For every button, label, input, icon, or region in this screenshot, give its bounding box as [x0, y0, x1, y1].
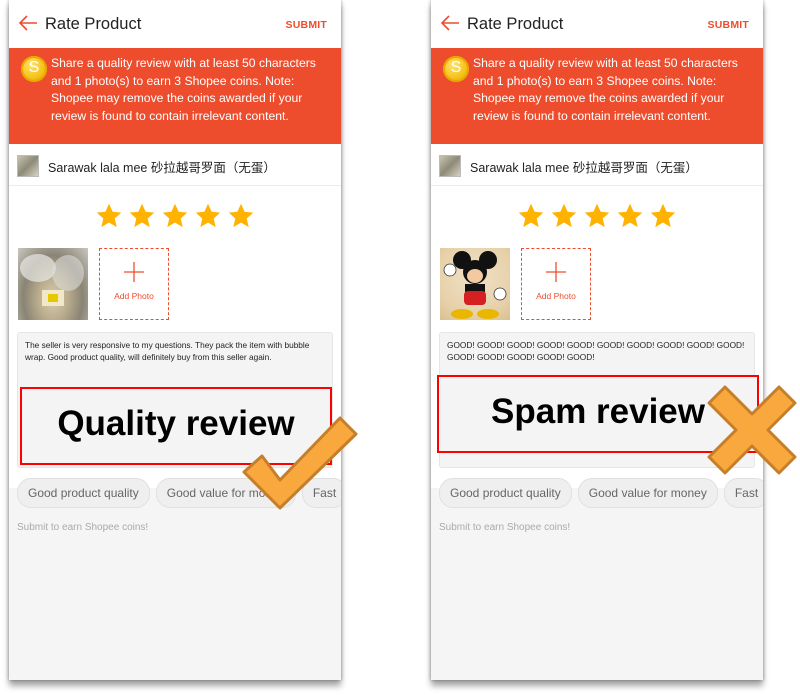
star-icon[interactable] — [583, 202, 611, 230]
hint-text: Submit to earn Shopee coins! — [17, 522, 149, 533]
star-icon[interactable] — [161, 202, 189, 230]
star-icon[interactable] — [649, 202, 677, 230]
tag-chip[interactable]: Good product quality — [17, 478, 150, 508]
add-photo-button[interactable]: Add Photo — [521, 248, 591, 320]
page-title: Rate Product — [45, 15, 142, 33]
star-icon[interactable] — [95, 202, 123, 230]
star-rating[interactable] — [9, 202, 341, 235]
tag-chip[interactable]: Good product quality — [439, 478, 572, 508]
screen-quality-review: Rate Product SUBMIT S Share a quality re… — [9, 0, 341, 680]
product-row: Sarawak lala mee 砂拉越哥罗面（无蛋） — [431, 144, 763, 186]
product-row: Sarawak lala mee 砂拉越哥罗面（无蛋） — [9, 144, 341, 186]
add-photo-button[interactable]: Add Photo — [99, 248, 169, 320]
product-thumbnail — [17, 155, 39, 177]
product-thumbnail — [439, 155, 461, 177]
star-icon[interactable] — [517, 202, 545, 230]
top-bar: Rate Product SUBMIT — [431, 0, 763, 48]
page-title: Rate Product — [467, 15, 564, 33]
submit-button[interactable]: SUBMIT — [708, 19, 749, 31]
uploaded-photo[interactable] — [440, 248, 510, 320]
plus-icon — [546, 262, 566, 282]
star-icon[interactable] — [227, 202, 255, 230]
hint-text: Submit to earn Shopee coins! — [439, 522, 571, 533]
product-name: Sarawak lala mee 砂拉越哥罗面（无蛋） — [48, 161, 276, 175]
checkmark-icon — [242, 416, 358, 510]
shopee-coin-icon: S — [21, 56, 47, 82]
top-bar: Rate Product SUBMIT — [9, 0, 341, 48]
quick-tags: Good product quality Good value for money… — [439, 478, 763, 508]
banner-text: Share a quality review with at least 50 … — [51, 56, 316, 123]
submit-button[interactable]: SUBMIT — [286, 19, 327, 31]
banner-text: Share a quality review with at least 50 … — [473, 56, 738, 123]
uploaded-photo[interactable] — [18, 248, 88, 320]
product-name: Sarawak lala mee 砂拉越哥罗面（无蛋） — [470, 161, 698, 175]
star-icon[interactable] — [616, 202, 644, 230]
tag-chip[interactable]: Fast — [723, 478, 763, 508]
cross-icon — [707, 385, 797, 475]
star-icon[interactable] — [128, 202, 156, 230]
add-photo-label: Add Photo — [536, 291, 576, 301]
review-text: The seller is very responsive to my ques… — [25, 340, 310, 362]
coins-banner: S Share a quality review with at least 5… — [9, 48, 341, 144]
shopee-coin-icon: S — [443, 56, 469, 82]
review-text: GOOD! GOOD! GOOD! GOOD! GOOD! GOOD! GOOD… — [447, 340, 745, 362]
back-arrow-icon[interactable] — [439, 12, 461, 34]
back-arrow-icon[interactable] — [17, 12, 39, 34]
star-icon[interactable] — [550, 202, 578, 230]
plus-icon — [124, 262, 144, 282]
tag-chip[interactable]: Good value for money — [577, 478, 718, 508]
star-rating[interactable] — [431, 202, 763, 235]
star-icon[interactable] — [194, 202, 222, 230]
add-photo-label: Add Photo — [114, 291, 154, 301]
coins-banner: S Share a quality review with at least 5… — [431, 48, 763, 144]
screen-spam-review: Rate Product SUBMIT S Share a quality re… — [431, 0, 763, 680]
